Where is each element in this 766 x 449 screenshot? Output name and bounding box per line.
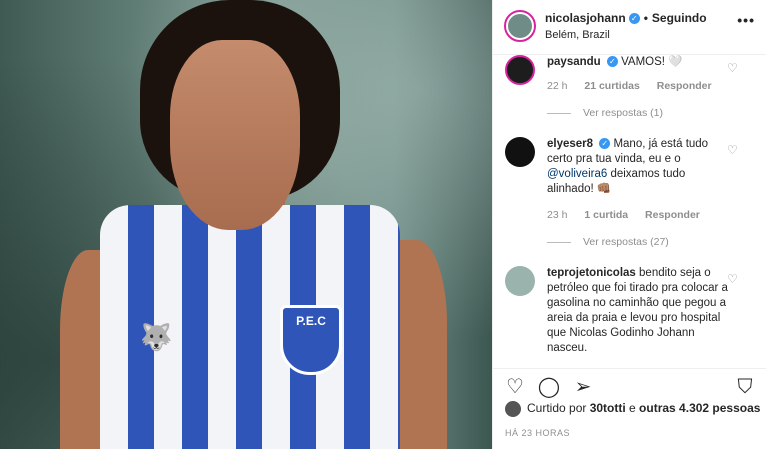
author-avatar[interactable] [504,10,536,42]
comment-like-icon[interactable]: ♡ [727,143,741,157]
comment-username[interactable]: paysandu [547,56,601,68]
comment-like-icon[interactable]: ♡ [727,272,741,286]
verified-icon: ✓ [628,13,640,25]
view-replies[interactable]: Ver respostas (1) [547,107,663,119]
comment-likes[interactable]: 21 curtidas [584,80,639,92]
comment-content: VAMOS! 🤍 [621,56,683,68]
post-header: nicolasjohann ✓ • Seguindo Belém, Brazil ••… [493,0,766,55]
mention-link[interactable]: @voliveira6 [547,168,607,180]
likes-summary[interactable]: Curtido por 30totti e outras 4.302 pesso… [505,401,760,417]
comment-text: teprojetonicolas bendito seja o petróleo… [547,266,735,356]
comment-time: 23 h [547,209,568,221]
comment-like-icon[interactable]: ♡ [727,61,741,75]
action-bar: ♡ ◯ ➢ ⛉ [493,368,766,402]
comment-meta: 22 h 21 curtidas Responder [547,80,726,92]
author-line: nicolasjohann ✓ • Seguindo [545,11,707,25]
bookmark-icon[interactable]: ⛉ [733,375,757,399]
view-replies-label: Ver respostas (27) [583,236,669,248]
commenter-avatar[interactable] [505,55,535,85]
commenter-avatar[interactable] [505,137,535,167]
heart-icon[interactable]: ♡ [503,375,527,399]
more-options-icon[interactable]: ••• [737,12,755,28]
separator-dot: • [643,11,648,25]
wolf-emblem-icon: 🐺 [140,322,173,352]
replies-line [547,241,571,243]
liker-avatar [505,401,521,417]
liker-username[interactable]: 30totti [590,401,626,415]
post-location[interactable]: Belém, Brazil [545,29,610,41]
comment-likes[interactable]: 1 curtida [584,209,628,221]
share-icon[interactable]: ➢ [571,375,595,399]
reply-button[interactable]: Responder [645,209,700,221]
post-side-panel: nicolasjohann ✓ • Seguindo Belém, Brazil ••… [492,0,766,449]
author-username[interactable]: nicolasjohann [545,11,626,25]
comment-content: bendito seja o petróleo que foi tirado p… [547,267,728,354]
reply-button[interactable]: Responder [657,80,712,92]
comment-meta: 23 h 1 curtida Responder [547,209,714,221]
following-button[interactable]: Seguindo [652,11,707,25]
likes-middle: e [625,401,640,416]
verified-icon: ✓ [606,56,618,68]
post-timestamp: HÁ 23 HORAS [505,428,571,438]
comment-icon[interactable]: ◯ [537,375,561,399]
replies-line [547,112,571,114]
crest-text: P.E.C [296,314,326,328]
post-photo[interactable]: P.E.C 🐺 [0,0,492,449]
likes-prefix: Curtido por [527,401,590,416]
comment-username[interactable]: elyeser8 [547,138,593,150]
comments-list[interactable]: paysandu ✓ VAMOS! 🤍 ♡ 22 h 21 curtidas R… [493,55,766,367]
photo-face [170,40,300,230]
comment-text: elyeser8 ✓ Mano, já está tudo certo pra … [547,137,735,197]
club-crest: P.E.C [280,305,342,375]
view-replies-label: Ver respostas (1) [583,107,663,119]
verified-icon: ✓ [599,138,611,150]
view-replies[interactable]: Ver respostas (27) [547,236,669,248]
comment-time: 22 h [547,80,568,92]
comment-text: paysandu ✓ VAMOS! 🤍 [547,55,735,70]
likes-others[interactable]: outras 4.302 pessoas [639,401,760,415]
comment-username[interactable]: teprojetonicolas [547,267,636,279]
commenter-avatar[interactable] [505,266,535,296]
